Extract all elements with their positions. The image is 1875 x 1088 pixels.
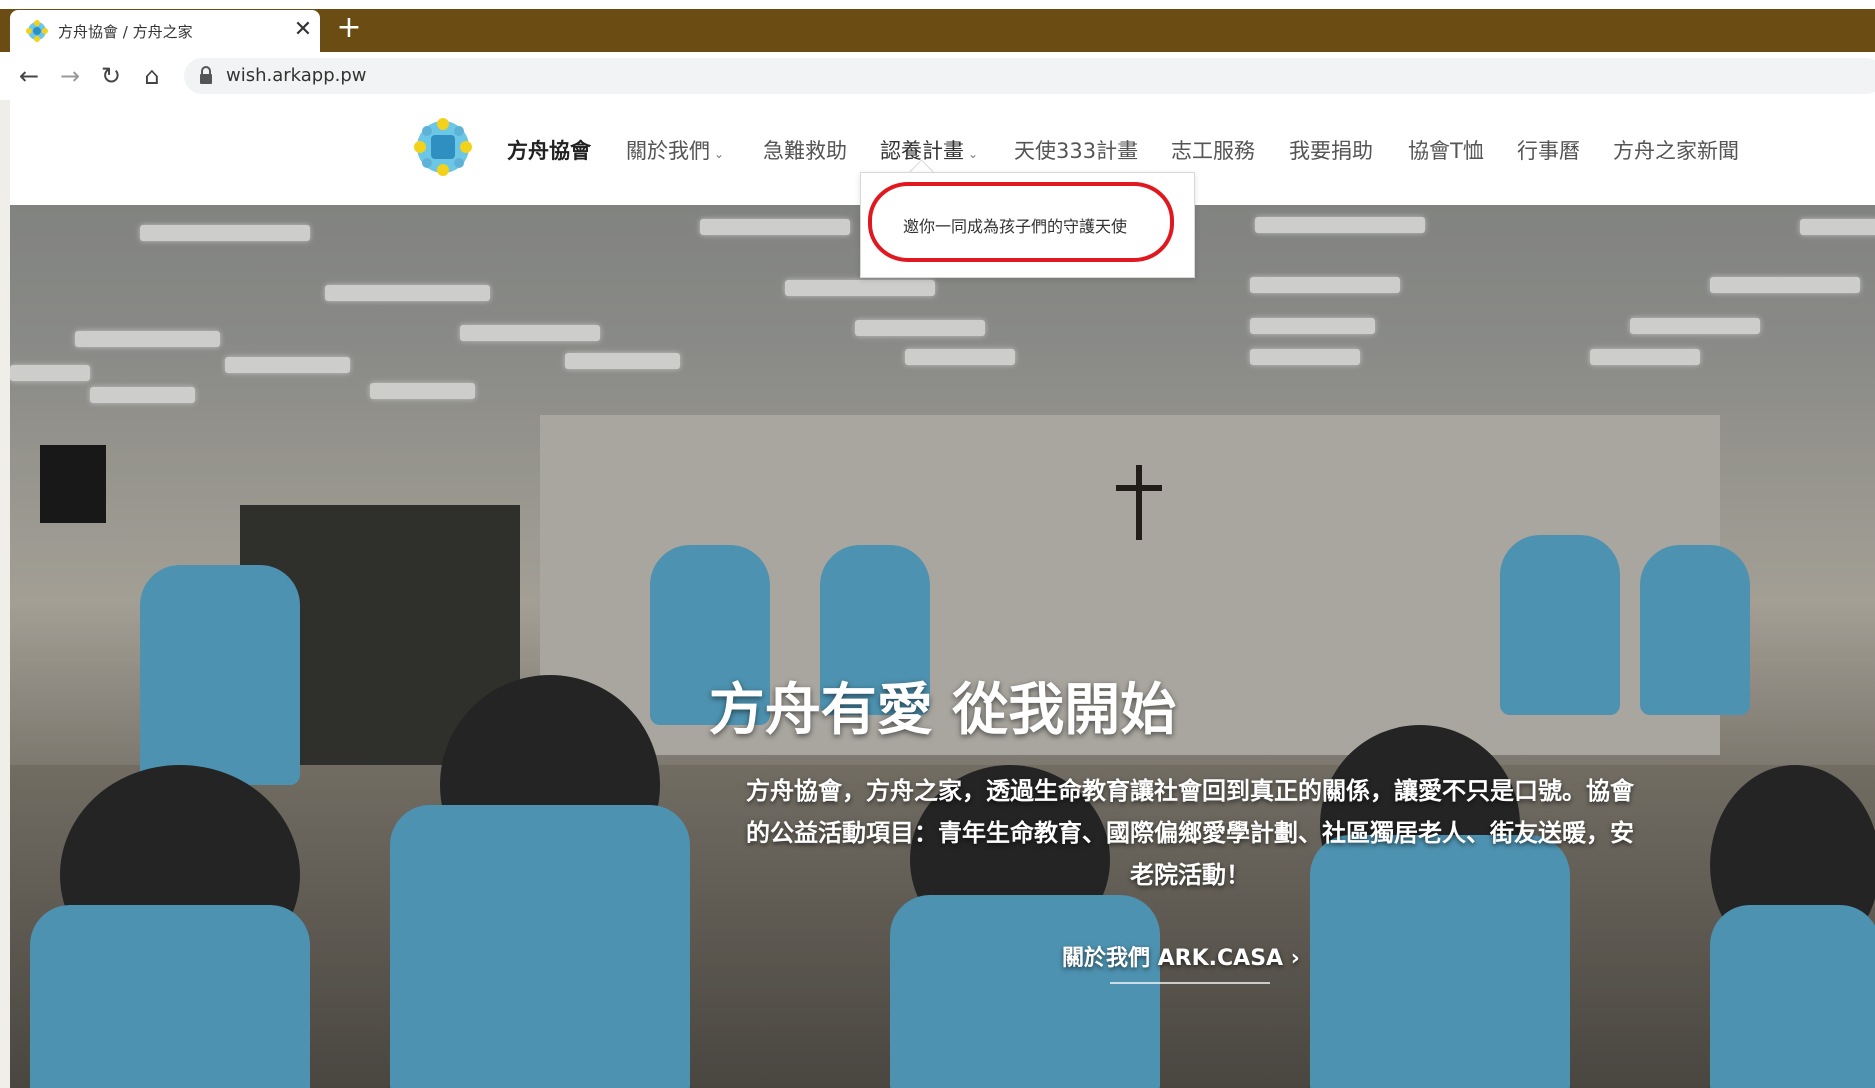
nav-item-volunteer[interactable]: 志工服務 [1171,135,1255,165]
highlight-annotation [868,182,1174,262]
nav-item-angel-333[interactable]: 天使333計畫 [1014,135,1138,165]
active-tab[interactable]: 方舟協會 / 方舟之家 ✕ [10,10,320,52]
nav-item-about[interactable]: 關於我們 ⌄ [626,135,724,165]
nav-item-news[interactable]: 方舟之家新聞 [1613,135,1739,165]
lock-icon [200,66,212,84]
new-tab-button[interactable]: + [334,13,364,44]
chevron-down-icon: ⌄ [714,147,725,161]
tab-bar: 方舟協會 / 方舟之家 ✕ + [0,0,1875,52]
tab-title: 方舟協會 / 方舟之家 [58,23,193,41]
window-left-edge [0,100,10,1088]
site-favicon-icon [26,20,48,42]
nav-brand[interactable]: 方舟協會 [507,135,591,165]
hero-title: 方舟有愛 從我開始 [708,678,1177,743]
home-icon[interactable]: ⌂ [137,61,167,91]
nav-item-label: 關於我們 [626,139,710,163]
hero-banner: 方舟有愛 從我開始 方舟協會，方舟之家，透過生命教育讓社會回到真正的關係，讓愛不… [10,205,1875,1088]
chevron-down-icon: ⌄ [968,147,979,161]
url-text: wish.arkapp.pw [226,65,367,86]
close-tab-icon[interactable]: ✕ [292,16,314,44]
about-us-cta-link[interactable]: 關於我們 ARK.CASA › [1062,940,1300,972]
nav-item-tshirt[interactable]: 協會T恤 [1408,135,1484,165]
ark-logo-icon[interactable] [414,118,472,176]
hero-description: 方舟協會，方舟之家，透過生命教育讓社會回到真正的關係，讓愛不只是口號。協會的公益… [746,777,1634,889]
cta-underline [1110,982,1270,984]
nav-item-emergency-aid[interactable]: 急難救助 [763,135,847,165]
nav-item-sponsorship[interactable]: 認養計畫 ⌄ [880,135,978,165]
browser-toolbar: ← → ↻ ⌂ wish.arkapp.pw [0,52,1875,101]
nav-item-donate[interactable]: 我要捐助 [1289,135,1373,165]
reload-icon[interactable]: ↻ [96,61,126,91]
forward-icon[interactable]: → [55,61,85,91]
address-bar[interactable]: wish.arkapp.pw [184,58,1875,94]
hero-overlay [10,205,1875,1088]
back-icon[interactable]: ← [14,61,44,91]
browser-window: 方舟協會 / 方舟之家 ✕ + ← → ↻ ⌂ wish.arkapp.pw 方… [0,0,1875,1088]
nav-item-calendar[interactable]: 行事曆 [1517,135,1580,165]
tab-bar-top-strip [0,0,1875,9]
